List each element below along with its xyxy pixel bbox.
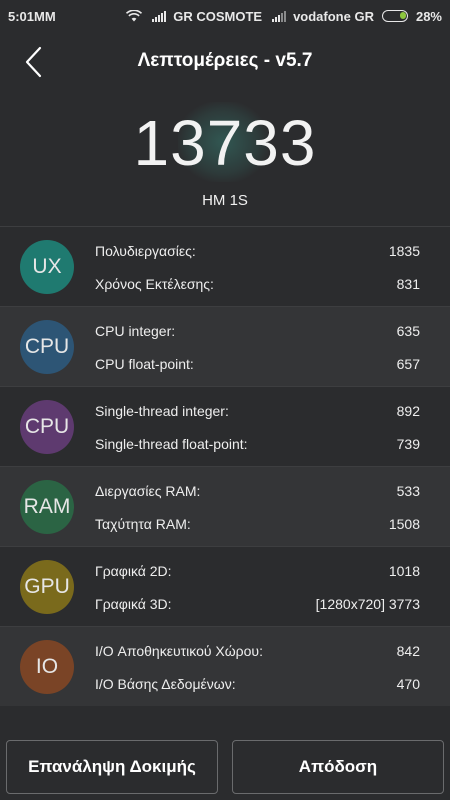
battery-percent: 28% bbox=[415, 8, 442, 24]
metric-row: CPU integer: 635 bbox=[95, 323, 420, 339]
category-row-cpu: CPU CPU integer: 635 CPU float-point: 657 bbox=[0, 306, 450, 386]
metric-row: Ταχύτητα RAM: 1508 bbox=[95, 516, 420, 532]
bottom-buttons: Επανάληψη Δοκιμής Απόδοση bbox=[0, 740, 450, 796]
page-title: Λεπτομέρειες - v5.7 bbox=[137, 50, 313, 71]
metric-label: Γραφικά 2D: bbox=[95, 563, 172, 579]
category-row-ux: UX Πολυδιεργασίες: 1835 Χρόνος Εκτέλεσης:… bbox=[0, 226, 450, 306]
score-section: 13733 HM 1S bbox=[0, 100, 450, 220]
metric-value: 533 bbox=[396, 483, 420, 499]
category-list: UX Πολυδιεργασίες: 1835 Χρόνος Εκτέλεσης:… bbox=[0, 226, 450, 706]
performance-button[interactable]: Απόδοση bbox=[232, 740, 444, 794]
category-row-gpu: GPU Γραφικά 2D: 1018 Γραφικά 3D: [1280x720… bbox=[0, 546, 450, 626]
metric-row: Γραφικά 2D: 1018 bbox=[95, 563, 420, 579]
metric-value: 1508 bbox=[388, 516, 420, 532]
gpu-icon: GPU bbox=[20, 560, 74, 614]
metric-value: 842 bbox=[396, 643, 420, 659]
metric-value: 635 bbox=[396, 323, 420, 339]
metric-label: CPU integer: bbox=[95, 323, 176, 339]
total-score: 13733 bbox=[133, 107, 317, 179]
io-icon: IO bbox=[20, 640, 74, 694]
metric-row: Γραφικά 3D: [1280x720] 3773 bbox=[95, 596, 420, 612]
metric-row: I/O Βάσης Δεδομένων: 470 bbox=[95, 676, 420, 692]
status-right: GR COSMOTE vodafone GR 28% bbox=[126, 9, 442, 24]
metric-value: 739 bbox=[396, 436, 420, 452]
metric-value: 470 bbox=[396, 676, 420, 692]
metric-label: Ταχύτητα RAM: bbox=[95, 516, 191, 532]
app-header: Λεπτομέρειες - v5.7 bbox=[0, 40, 450, 84]
metric-label: Single-thread integer: bbox=[95, 403, 229, 419]
category-row-ram: RAM Διεργασίες RAM: 533 Ταχύτητα RAM: 1508 bbox=[0, 466, 450, 546]
category-row-single-thread: CPU Single-thread integer: 892 Single-thr… bbox=[0, 386, 450, 466]
metric-label: I/O Βάσης Δεδομένων: bbox=[95, 676, 236, 692]
wifi-icon bbox=[126, 10, 143, 22]
metric-value: 1835 bbox=[388, 243, 420, 259]
metric-row: Single-thread float-point: 739 bbox=[95, 436, 420, 452]
metric-value: 831 bbox=[396, 276, 420, 292]
category-row-io: IO I/O Αποθηκευτικού Χώρου: 842 I/O Βάσης… bbox=[0, 626, 450, 706]
metric-label: I/O Αποθηκευτικού Χώρου: bbox=[95, 643, 263, 659]
metric-value: 1018 bbox=[388, 563, 420, 579]
metric-row: Πολυδιεργασίες: 1835 bbox=[95, 243, 420, 259]
metric-row: Χρόνος Εκτέλεσης: 831 bbox=[95, 276, 420, 292]
metric-label: CPU float-point: bbox=[95, 356, 194, 372]
metric-value: 657 bbox=[396, 356, 420, 372]
signal-icon bbox=[152, 10, 167, 22]
carrier-2: vodafone GR bbox=[293, 8, 374, 24]
metric-row: Single-thread integer: 892 bbox=[95, 403, 420, 419]
status-bar: 5:01MM GR COSMOTE vodafone GR 28% bbox=[0, 0, 450, 32]
ram-icon: RAM bbox=[20, 480, 74, 534]
cpu-single-thread-icon: CPU bbox=[20, 400, 74, 454]
cpu-icon: CPU bbox=[20, 320, 74, 374]
metric-row: Διεργασίες RAM: 533 bbox=[95, 483, 420, 499]
status-time: 5:01MM bbox=[8, 8, 56, 24]
signal-icon bbox=[272, 10, 287, 22]
metric-label: Γραφικά 3D: bbox=[95, 596, 172, 612]
ux-icon: UX bbox=[20, 240, 74, 294]
battery-icon bbox=[381, 10, 408, 22]
metric-label: Πολυδιεργασίες: bbox=[95, 243, 196, 259]
device-name: HM 1S bbox=[202, 192, 248, 209]
metric-row: I/O Αποθηκευτικού Χώρου: 842 bbox=[95, 643, 420, 659]
metric-label: Διεργασίες RAM: bbox=[95, 483, 201, 499]
retest-button[interactable]: Επανάληψη Δοκιμής bbox=[6, 740, 218, 794]
metric-label: Χρόνος Εκτέλεσης: bbox=[95, 276, 214, 292]
metric-row: CPU float-point: 657 bbox=[95, 356, 420, 372]
metric-value: [1280x720] 3773 bbox=[315, 596, 420, 612]
carrier-1: GR COSMOTE bbox=[173, 8, 263, 24]
metric-label: Single-thread float-point: bbox=[95, 436, 248, 452]
metric-value: 892 bbox=[396, 403, 420, 419]
